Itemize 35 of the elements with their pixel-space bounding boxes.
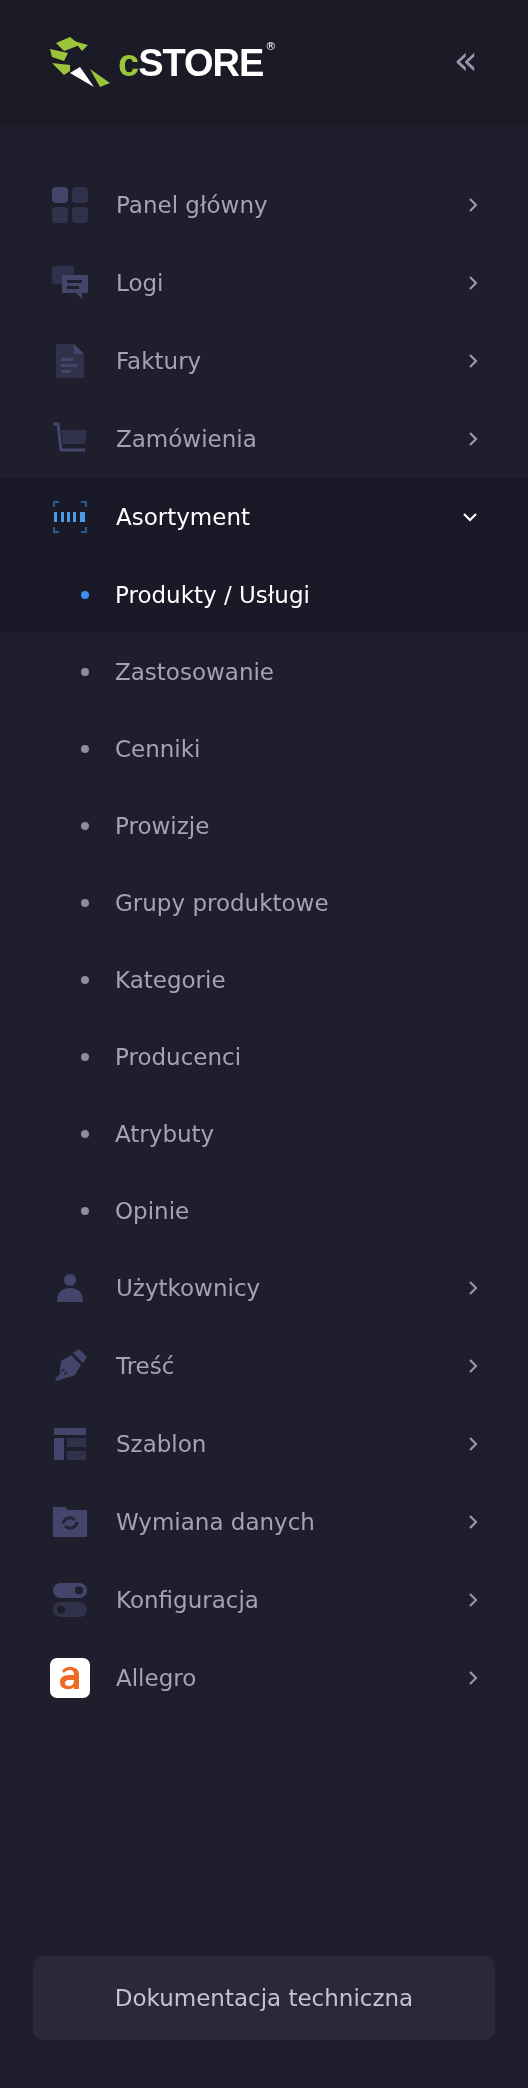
menu-item[interactable]: Asortyment bbox=[0, 478, 528, 556]
collapse-button[interactable]: « bbox=[453, 40, 478, 86]
menu-item[interactable]: Wymiana danych bbox=[0, 1483, 528, 1561]
allegro-icon bbox=[50, 1658, 90, 1698]
menu-item[interactable]: Zamówienia bbox=[0, 400, 528, 478]
submenu-item[interactable]: Grupy produktowe bbox=[0, 864, 528, 941]
submenu-item[interactable]: Prowizje bbox=[0, 787, 528, 864]
registered-mark: ® bbox=[265, 40, 277, 53]
submenu-item[interactable]: Cenniki bbox=[0, 710, 528, 787]
toggle-switches-icon bbox=[53, 1583, 87, 1617]
menu-item[interactable]: Panel główny bbox=[0, 166, 528, 244]
menu-item[interactable]: Treść bbox=[0, 1327, 528, 1405]
user-icon bbox=[57, 1273, 83, 1303]
menu-item[interactable]: Konfiguracja bbox=[0, 1561, 528, 1639]
menu-item[interactable]: Szablon bbox=[0, 1405, 528, 1483]
menu-item[interactable]: Faktury bbox=[0, 322, 528, 400]
menu-item[interactable]: Użytkownicy bbox=[0, 1249, 528, 1327]
layout-icon bbox=[54, 1428, 86, 1460]
barcode-icon bbox=[53, 501, 87, 533]
submenu-item[interactable]: Atrybuty bbox=[0, 1095, 528, 1172]
grid-icon bbox=[51, 186, 89, 224]
document-icon bbox=[56, 344, 84, 378]
folder-sync-icon bbox=[53, 1507, 87, 1537]
menu-item[interactable]: Allegro bbox=[0, 1639, 528, 1717]
submenu-item[interactable]: Zastosowanie bbox=[0, 633, 528, 710]
submenu-item[interactable]: Opinie bbox=[0, 1172, 528, 1249]
submenu-item[interactable]: Kategorie bbox=[0, 941, 528, 1018]
logo-icon bbox=[50, 37, 112, 89]
menu-item[interactable]: Logi bbox=[0, 244, 528, 322]
submenu-item[interactable]: Produkty / Usługi bbox=[0, 556, 528, 633]
pen-icon bbox=[53, 1349, 87, 1383]
submenu-item[interactable]: Producenci bbox=[0, 1018, 528, 1095]
chat-icon bbox=[51, 266, 89, 300]
logo-text: cSTORE bbox=[118, 41, 264, 85]
documentation-button[interactable]: Dokumentacja techniczna bbox=[33, 1956, 495, 2040]
